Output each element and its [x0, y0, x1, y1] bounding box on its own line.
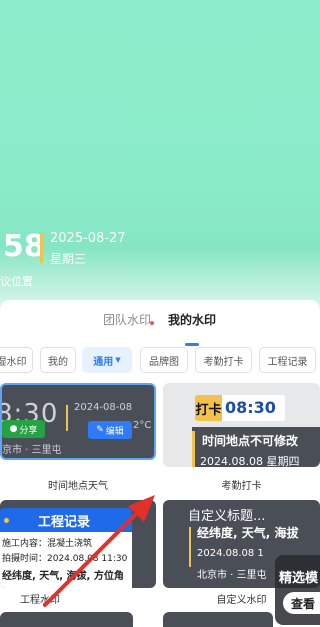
card-label: 时间地点天气: [48, 481, 108, 492]
card-label: 工程水印: [20, 595, 60, 606]
engineering-title: 工程记录: [38, 515, 91, 530]
card-label: 考勤打卡: [221, 481, 262, 492]
watermark-card-engineering[interactable]: 工程记录 施工内容：混凝土浇筑 拍摄时间：2024.08.08 11:30 经纬…: [0, 500, 156, 588]
watermark-sheet: 团队水印 我的水印 湿水印 我的 通用 ▼ 品牌图 考勤打卡 工程记录 8:30…: [0, 300, 320, 627]
tab-active-indicator: [185, 343, 199, 346]
chip-label: 湿水印: [0, 356, 27, 368]
featured-templates-popup[interactable]: 精选模 查看: [275, 555, 320, 625]
punch-time: 08:30: [225, 398, 276, 417]
pencil-icon: ✎: [96, 425, 104, 435]
engineering-line: 经纬度, 天气, 海拔, 方位角: [2, 571, 124, 582]
chip-label: 工程记录: [267, 356, 308, 368]
accent-bar: [189, 527, 191, 567]
chip-label: 考勤打卡: [203, 356, 244, 368]
view-button[interactable]: 查看: [283, 592, 320, 614]
filter-chip-attendance[interactable]: 考勤打卡: [195, 347, 252, 373]
watermark-card-attendance[interactable]: 打卡 08:30 时间地点不可修改 2024.08.08 星期四: [163, 383, 320, 467]
accent-bar: [192, 431, 195, 467]
camera-preview[interactable]: 58 2025-08-27 星期三 议位置: [0, 0, 320, 310]
punch-label: 打卡: [195, 395, 222, 421]
card-location: 京市 · 三里屯: [2, 445, 62, 456]
edit-button[interactable]: ✎ 编辑: [88, 421, 132, 439]
tab-team-watermark[interactable]: 团队水印: [103, 311, 151, 328]
custom-subtitle: 经纬度, 天气, 海拔: [197, 526, 299, 540]
punch-date: 2024.08.08 星期四: [200, 455, 300, 467]
filter-chip-general[interactable]: 通用 ▼: [82, 347, 132, 373]
custom-location: 北京市 · 三里屯: [197, 570, 267, 581]
edit-label: 编辑: [105, 426, 124, 437]
chip-label: 品牌图: [149, 356, 179, 368]
camera-location: 议位置: [0, 275, 33, 288]
accent-bar: [66, 405, 68, 431]
notification-dot: [150, 321, 154, 325]
caret-down-icon: ▼: [115, 356, 121, 364]
share-label: 分享: [19, 425, 38, 436]
bullet-icon: [4, 518, 9, 523]
accent-bar: [40, 233, 43, 263]
card-date: 2024-08-08: [74, 402, 133, 413]
watermark-tabs: 团队水印 我的水印: [0, 311, 320, 346]
watermark-card-partial[interactable]: [0, 612, 133, 627]
engineering-header: 工程记录: [0, 508, 132, 532]
camera-weekday: 星期三: [50, 252, 87, 266]
punch-note: 时间地点不可修改: [202, 434, 299, 448]
watermark-card-time-location-weather[interactable]: 8:30 2024-08-08 2°C 京市 · 三里屯 ● 分享 ✎ 编辑: [0, 383, 156, 460]
custom-title: 自定义标题...: [188, 509, 266, 524]
punch-info: 时间地点不可修改 2024.08.08 星期四: [192, 427, 320, 467]
filter-chip-brand[interactable]: 品牌图: [140, 347, 188, 373]
engineering-body: 施工内容：混凝土浇筑 拍摄时间：2024.08.08 11:30 经纬度, 天气…: [0, 532, 132, 588]
popup-title: 精选模: [279, 571, 319, 586]
filter-chips: 湿水印 我的 通用 ▼ 品牌图 考勤打卡 工程记录: [0, 347, 320, 374]
engineering-line: 施工内容：混凝土浇筑: [2, 539, 93, 549]
engineering-line: 拍摄时间：2024.08.08 11:30: [2, 554, 128, 564]
wechat-icon: ●: [9, 424, 18, 434]
chip-label: 我的: [48, 356, 68, 368]
filter-chip-mine[interactable]: 我的: [40, 347, 76, 373]
filter-chip[interactable]: 湿水印: [0, 347, 33, 373]
tab-my-watermark[interactable]: 我的水印: [168, 311, 216, 328]
camera-time: 58: [3, 229, 45, 264]
custom-date: 2024.08.08 1: [197, 548, 264, 559]
share-button[interactable]: ● 分享: [2, 420, 45, 438]
watermark-card-partial[interactable]: [163, 612, 273, 627]
chip-label: 通用: [93, 356, 114, 368]
card-temperature: 2°C: [133, 420, 152, 431]
punch-tag: 打卡 08:30: [195, 395, 285, 421]
camera-date: 2025-08-27: [50, 231, 126, 246]
filter-chip-engineering[interactable]: 工程记录: [259, 347, 316, 373]
